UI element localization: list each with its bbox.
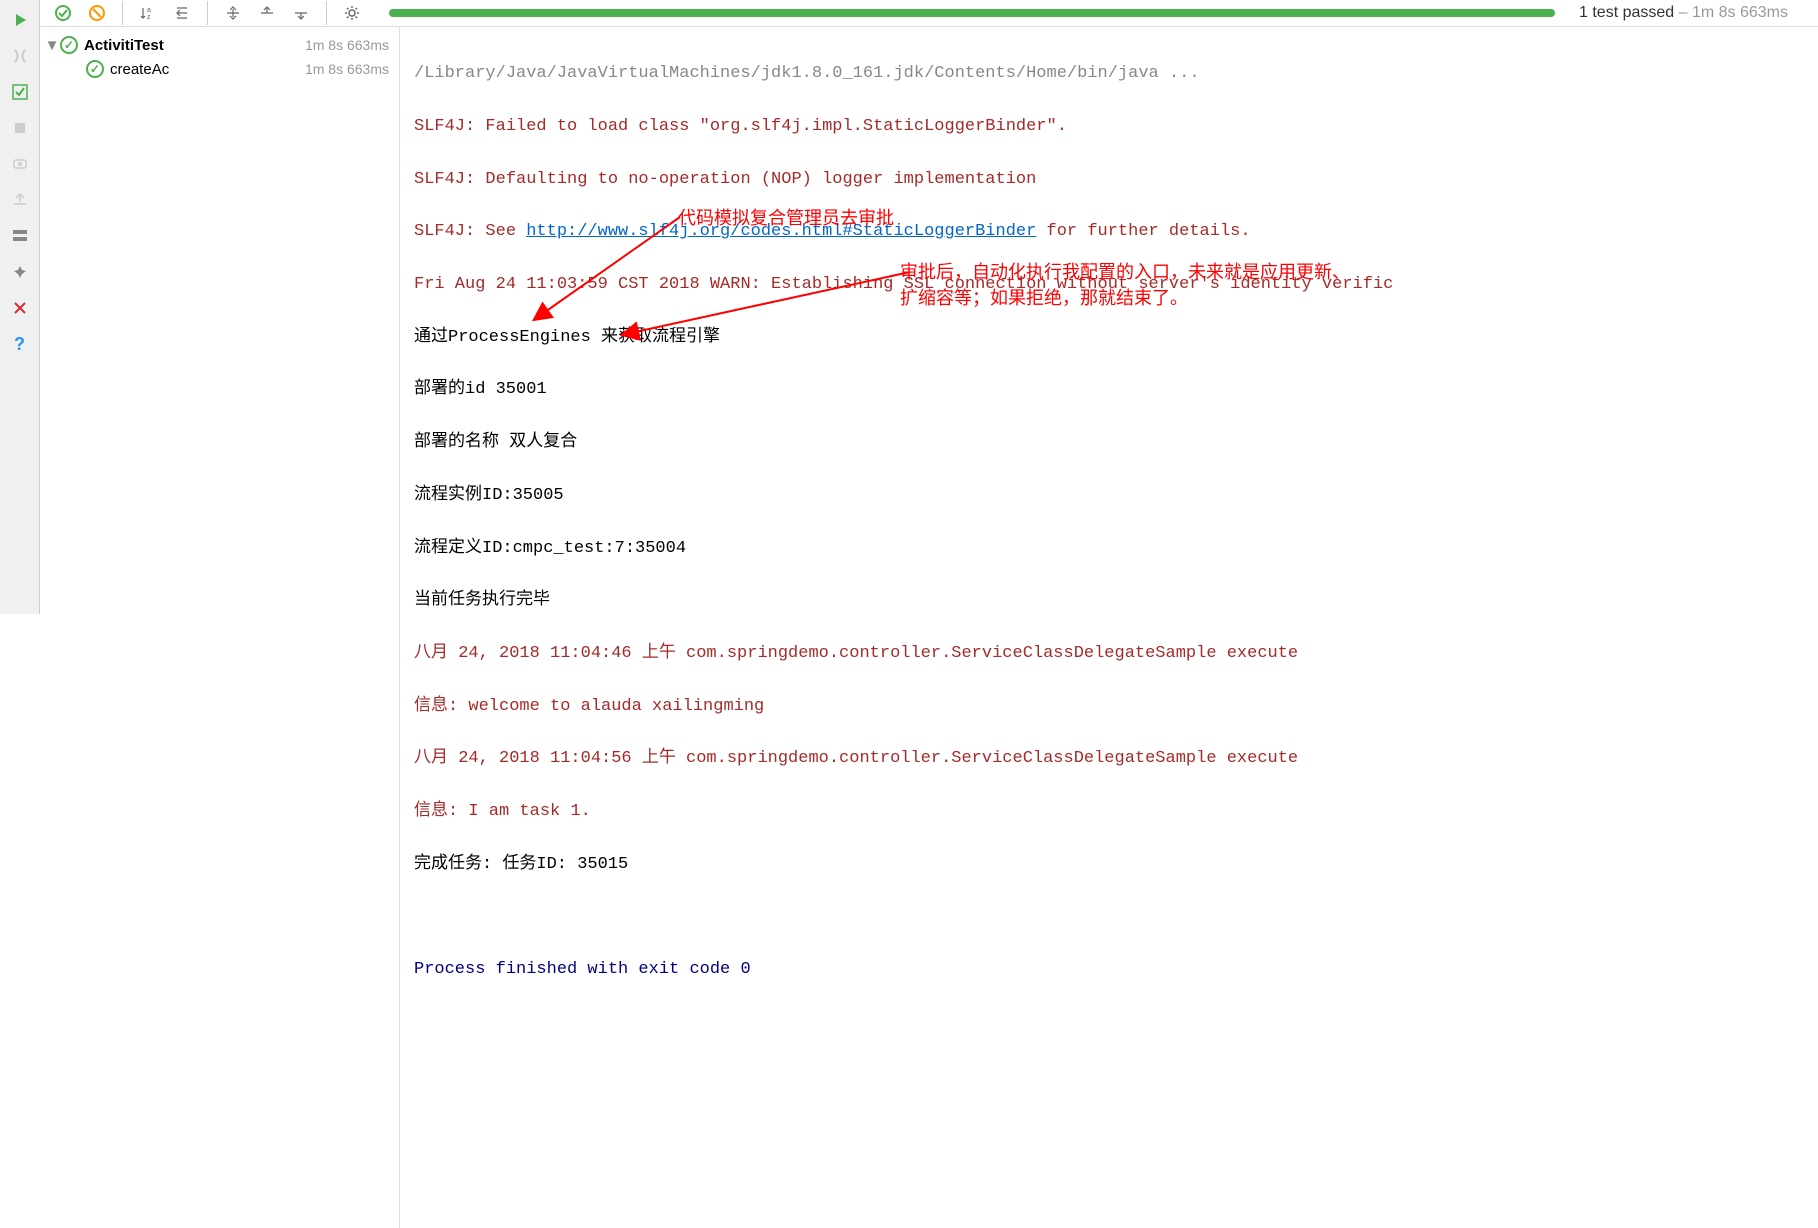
console-output[interactable]: /Library/Java/JavaVirtualMachines/jdk1.8… (400, 27, 1818, 1228)
console-line: 当前任务执行完毕 (414, 588, 1804, 614)
console-line: /Library/Java/JavaVirtualMachines/jdk1.8… (414, 61, 1804, 87)
tree-root-row[interactable]: ▼ ActivitiTest 1m 8s 663ms (44, 33, 395, 57)
console-line: Process finished with exit code 0 (414, 957, 1804, 983)
console-line: 八月 24, 2018 11:04:46 上午 com.springdemo.c… (414, 641, 1804, 667)
dump-icon[interactable] (8, 152, 32, 176)
tests-passed-label: 1 test passed (1579, 4, 1674, 21)
console-line: 信息: welcome to alauda xailingming (414, 694, 1804, 720)
top-toolbar: az 1 test passed – 1m 8s 6 (40, 0, 1818, 27)
show-passed-icon[interactable] (50, 0, 76, 26)
console-line: 流程实例ID:35005 (414, 483, 1804, 509)
expand-icon[interactable] (169, 0, 195, 26)
console-line: 信息: I am task 1. (414, 799, 1804, 825)
settings-icon[interactable] (339, 0, 365, 26)
console-line: Fri Aug 24 11:03:59 CST 2018 WARN: Estab… (414, 272, 1804, 298)
tree-child-row[interactable]: createAc 1m 8s 663ms (44, 57, 395, 81)
console-line: 部署的id 35001 (414, 377, 1804, 403)
annotation-arrow-1 (530, 197, 690, 327)
export-icon[interactable] (8, 188, 32, 212)
chevron-down-icon[interactable]: ▼ (44, 37, 60, 54)
close-icon[interactable] (8, 296, 32, 320)
left-toolbar: ? (0, 0, 40, 614)
stop-icon[interactable] (8, 116, 32, 140)
show-ignored-icon[interactable] (84, 0, 110, 26)
tests-time-label: – 1m 8s 663ms (1674, 4, 1788, 21)
tree-child-time: 1m 8s 663ms (305, 61, 395, 77)
check-icon (86, 60, 104, 78)
console-line: 部署的名称 双人复合 (414, 430, 1804, 456)
svg-text:z: z (147, 14, 151, 21)
test-tree: ▼ ActivitiTest 1m 8s 663ms createAc 1m 8… (40, 27, 400, 1228)
console-line: SLF4J: Failed to load class "org.slf4j.i… (414, 114, 1804, 140)
sort-icon[interactable]: az (135, 0, 161, 26)
slf4j-link[interactable]: http://www.slf4j.org/codes.html#StaticLo… (526, 222, 1036, 241)
pin-icon[interactable] (8, 260, 32, 284)
console-line (414, 904, 1804, 930)
next-icon[interactable] (288, 0, 314, 26)
console-line: 通过ProcessEngines 来获取流程引擎 (414, 325, 1804, 351)
svg-text:a: a (147, 7, 151, 14)
test-status: 1 test passed – 1m 8s 663ms (1579, 4, 1788, 22)
help-icon[interactable]: ? (8, 332, 32, 356)
coverage-icon[interactable] (8, 80, 32, 104)
console-line: SLF4J: See http://www.slf4j.org/codes.ht… (414, 219, 1804, 245)
collapse-all-icon[interactable] (220, 0, 246, 26)
check-icon (60, 36, 78, 54)
prev-icon[interactable] (254, 0, 280, 26)
run-icon[interactable] (8, 8, 32, 32)
console-line: 完成任务: 任务ID: 35015 (414, 852, 1804, 878)
tree-root-time: 1m 8s 663ms (305, 37, 395, 53)
console-line: 八月 24, 2018 11:04:56 上午 com.springdemo.c… (414, 746, 1804, 772)
debug-icon[interactable] (8, 44, 32, 68)
tree-root-label: ActivitiTest (84, 37, 305, 54)
test-progress-bar (389, 9, 1555, 17)
layout-icon[interactable] (8, 224, 32, 248)
console-line: SLF4J: Defaulting to no-operation (NOP) … (414, 167, 1804, 193)
console-line: 流程定义ID:cmpc_test:7:35004 (414, 536, 1804, 562)
tree-child-label: createAc (110, 61, 305, 78)
